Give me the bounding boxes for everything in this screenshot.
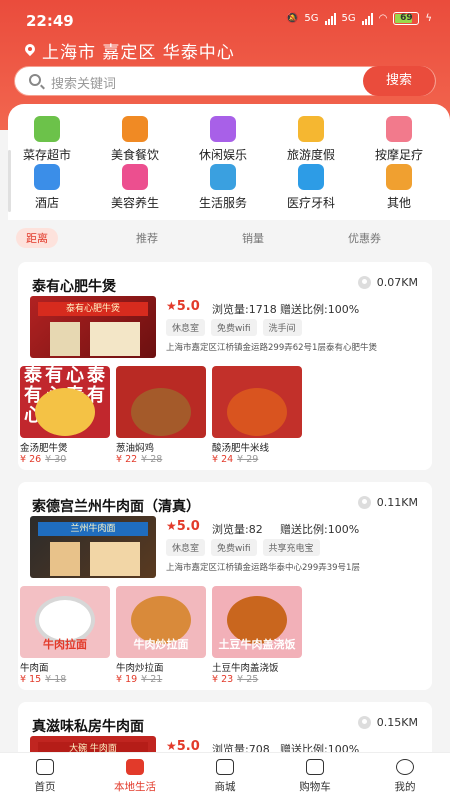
dish-item[interactable]: 酸汤肥牛米线 ¥ 24 ¥ 29 [212,366,302,466]
store-address: 上海市嘉定区江桥镇金运路299弄62号1层泰有心肥牛煲 [166,343,377,353]
category-food[interactable]: 美食餐饮 [98,116,172,163]
category-beauty[interactable]: 美容养生 [98,164,172,211]
store-address: 上海市嘉定区江桥镇金运路华泰中心299弄39号1层 [166,563,360,573]
store-photo: 泰有心肥牛煲 [30,296,156,358]
sort-tabs: 距离 推荐 销量 优惠券 [0,224,450,254]
status-bar: 22:49 🔕 5G 5G ◠ 69 ϟ [0,0,450,42]
charging-icon: ϟ [425,13,432,24]
island-icon [298,116,324,142]
category-grid: 菜存超市 美食餐饮 休闲娱乐 旅游度假 按摩足疗 酒店 美容养生 生活服务 医疗… [8,104,450,220]
star-icon: ★ [166,299,177,313]
store-distance: 0.07KM [357,276,418,289]
dish-banner: 泰有心泰有心泰有心 [24,366,108,426]
dish-item[interactable]: 土豆牛肉盖浇饭 土豆牛肉盖浇饭 ¥ 23 ¥ 25 [212,586,302,686]
mute-icon: 🔕 [285,13,299,24]
sort-coupon[interactable]: 优惠券 [348,230,381,246]
star-icon: ★ [166,739,177,753]
home-icon [36,759,54,775]
search-input[interactable]: 搜索关键词 [51,73,116,92]
search-icon [29,74,41,86]
store-tags: 休息室 免费wifi 共享充电宝 [166,539,320,556]
search-bar[interactable]: 搜索关键词 搜索 [14,66,436,96]
sort-sales[interactable]: 销量 [242,230,264,246]
category-hotel[interactable]: 酒店 [10,164,84,211]
category-other[interactable]: 其他 [362,164,436,211]
store-ratio: 赠送比例:100% [280,303,360,316]
basket-icon [126,759,144,775]
store-tag: 免费wifi [211,319,257,336]
store-rating: ★5.0 [166,519,200,534]
location-icon [357,716,371,729]
location-selector[interactable]: 上海市 嘉定区 华泰中心 [24,38,235,63]
store-tag: 免费wifi [211,539,257,556]
tab-cart[interactable]: 购物车 [270,759,360,794]
category-medical[interactable]: 医疗牙科 [274,164,348,211]
status-icons: 🔕 5G 5G ◠ 69 ϟ [286,12,432,25]
store-tag: 洗手间 [262,319,302,336]
store-rating: ★5.0 [166,299,200,314]
store-photo: 兰州牛肉面 [30,516,156,578]
foot-icon [386,116,412,142]
grid-icon [386,164,412,190]
store-sign: 泰有心肥牛煲 [38,302,148,316]
store-views: 浏览量:82 [212,523,263,536]
dish-item[interactable]: 牛肉拉面 牛肉面 ¥ 15 ¥ 18 [20,586,110,686]
store-tag: 休息室 [166,539,206,556]
location-icon [357,276,371,289]
dish-list: 泰有心泰有心泰有心 金汤肥牛煲 ¥ 26¥ 30 葱油焖鸡 ¥ 22¥ 28 酸… [20,366,430,466]
store-ratio: 赠送比例:100% [280,523,360,536]
signal-icon [324,12,336,25]
medical-icon [298,164,324,190]
location-icon [357,496,371,509]
tab-home[interactable]: 首页 [0,759,90,794]
gamepad-icon [210,116,236,142]
category-supermarket[interactable]: 菜存超市 [10,116,84,163]
location-text: 上海市 嘉定区 华泰中心 [42,43,235,63]
basket-icon [34,116,60,142]
store-tag: 共享充电宝 [262,539,320,556]
store-views: 浏览量:1718 [212,303,277,316]
store-name: 索德宫兰州牛肉面（清真） [32,499,200,515]
dish-item[interactable]: 牛肉炒拉面 牛肉炒拉面 ¥ 19 ¥ 21 [116,586,206,686]
hotel-icon [34,164,60,190]
shop-icon [216,759,234,775]
search-button[interactable]: 搜索 [363,66,435,96]
wifi-icon: ◠ [378,13,388,24]
tools-icon [210,164,236,190]
store-card[interactable]: 索德宫兰州牛肉面（清真） 0.11KM 兰州牛肉面 ★5.0 浏览量:82 赠送… [18,482,432,690]
signal-label-1: 5G [304,13,319,24]
utensils-icon [122,116,148,142]
user-icon [396,759,414,775]
dish-item[interactable]: 葱油焖鸡 ¥ 22 ¥ 28 [116,366,206,466]
store-distance: 0.11KM [357,496,418,509]
dish-item[interactable]: 泰有心泰有心泰有心 金汤肥牛煲 ¥ 26¥ 30 [20,366,110,466]
category-services[interactable]: 生活服务 [186,164,260,211]
store-tags: 休息室 免费wifi 洗手间 [166,319,302,336]
signal-icon-2 [361,12,373,25]
tab-mall[interactable]: 商城 [180,759,270,794]
store-card[interactable]: 泰有心肥牛煲 0.07KM 泰有心肥牛煲 ★5.0 浏览量:1718 赠送比例:… [18,262,432,470]
tab-local-life[interactable]: 本地生活 [90,759,180,794]
status-time: 22:49 [26,12,74,30]
dish-list: 牛肉拉面 牛肉面 ¥ 15 ¥ 18 牛肉炒拉面 牛肉炒拉面 ¥ 19 ¥ 21 土… [20,586,430,686]
flower-icon [122,164,148,190]
store-name: 泰有心肥牛煲 [32,279,116,295]
bottom-tab-bar: 首页 本地生活 商城 购物车 我的 [0,752,450,800]
signal-label-2: 5G [341,13,356,24]
battery-icon: 69 [393,12,420,25]
category-travel[interactable]: 旅游度假 [274,116,348,163]
tab-profile[interactable]: 我的 [360,759,450,794]
sort-recommend[interactable]: 推荐 [136,230,158,246]
store-distance: 0.15KM [357,716,418,729]
category-entertainment[interactable]: 休闲娱乐 [186,116,260,163]
sort-distance[interactable]: 距离 [16,228,58,248]
star-icon: ★ [166,519,177,533]
category-massage[interactable]: 按摩足疗 [362,116,436,163]
location-pin-icon [24,44,36,58]
cart-icon [306,759,324,775]
store-name: 真滋味私房牛肉面 [32,719,144,735]
store-sign: 兰州牛肉面 [38,522,148,536]
scroll-indicator [8,150,11,212]
store-tag: 休息室 [166,319,206,336]
